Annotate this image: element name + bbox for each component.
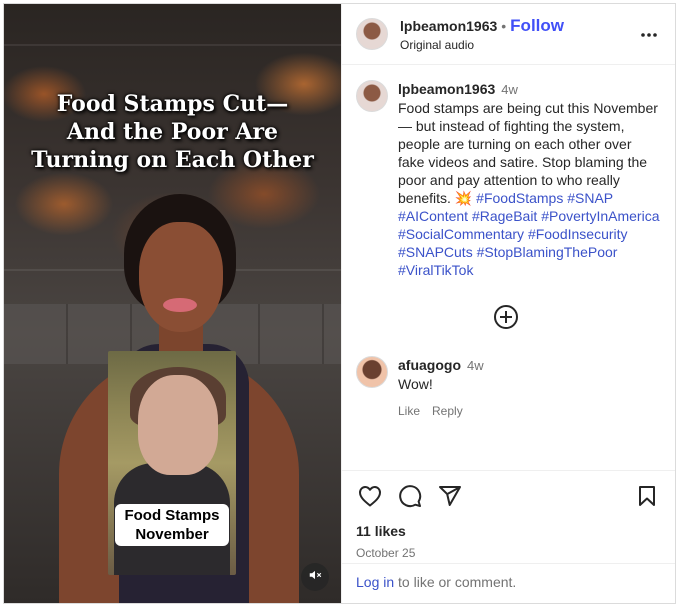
bookmark-icon [637, 485, 657, 512]
heart-icon [358, 485, 382, 512]
video-overlay-title: Food Stamps Cut— And the Poor Are Turnin… [31, 91, 314, 173]
separator-dot: • [501, 18, 507, 34]
more-horizontal-icon [640, 25, 658, 43]
login-link[interactable]: Log in [356, 574, 394, 590]
collision-emoji: 💥 [454, 190, 473, 206]
author-username[interactable]: lpbeamon1963 [400, 18, 497, 34]
cabinet-edge [4, 44, 341, 46]
caption-text: Food stamps are being cut this November … [398, 99, 661, 279]
load-more-comments-button[interactable] [493, 304, 519, 330]
post-video[interactable]: Food Stamps Cut— And the Poor Are Turnin… [4, 4, 341, 603]
comment-button[interactable] [396, 484, 424, 512]
avatar[interactable] [356, 356, 388, 388]
login-prompt: Log in to like or comment. [342, 563, 675, 603]
video-inset-clip: Food Stamps November [108, 351, 236, 575]
follow-button[interactable]: Follow [510, 16, 564, 36]
comment-icon [398, 484, 422, 513]
list-item: afuagogo 4w Wow! Like Reply [356, 356, 661, 420]
likes-count[interactable]: 11 likes [356, 523, 661, 539]
login-prompt-text: to like or comment. [394, 574, 517, 590]
caption-username[interactable]: lpbeamon1963 [398, 81, 495, 97]
caption-time[interactable]: 4w [501, 82, 518, 97]
avatar[interactable] [356, 80, 388, 112]
post-actions: 11 likes October 25 [342, 470, 675, 560]
post-sidebar: lpbeamon1963 • Follow Original audio lpb… [341, 4, 675, 603]
post-date[interactable]: October 25 [356, 546, 661, 560]
post-header: lpbeamon1963 • Follow Original audio [342, 4, 675, 65]
share-icon [438, 484, 462, 513]
save-button[interactable] [633, 484, 661, 512]
inset-caption: Food Stamps November [115, 504, 229, 546]
like-button[interactable] [356, 484, 384, 512]
avatar[interactable] [356, 18, 388, 50]
comment-like-button[interactable]: Like [398, 402, 420, 420]
share-button[interactable] [436, 484, 464, 512]
comment-text: Wow! [398, 376, 433, 392]
comment-reply-button[interactable]: Reply [432, 402, 463, 420]
comment-time[interactable]: 4w [467, 358, 484, 373]
comment-username[interactable]: afuagogo [398, 357, 461, 373]
caption-comment: lpbeamon1963 4w Food stamps are being cut… [356, 80, 661, 279]
more-options-button[interactable] [637, 22, 661, 46]
plus-circle-icon [493, 305, 519, 334]
audio-label[interactable]: Original audio [400, 38, 637, 52]
mute-button[interactable] [301, 563, 329, 591]
comments-section: lpbeamon1963 4w Food stamps are being cut… [342, 66, 675, 466]
speaker-muted-icon [308, 568, 322, 587]
post-dialog: Food Stamps Cut— And the Poor Are Turnin… [3, 3, 676, 604]
